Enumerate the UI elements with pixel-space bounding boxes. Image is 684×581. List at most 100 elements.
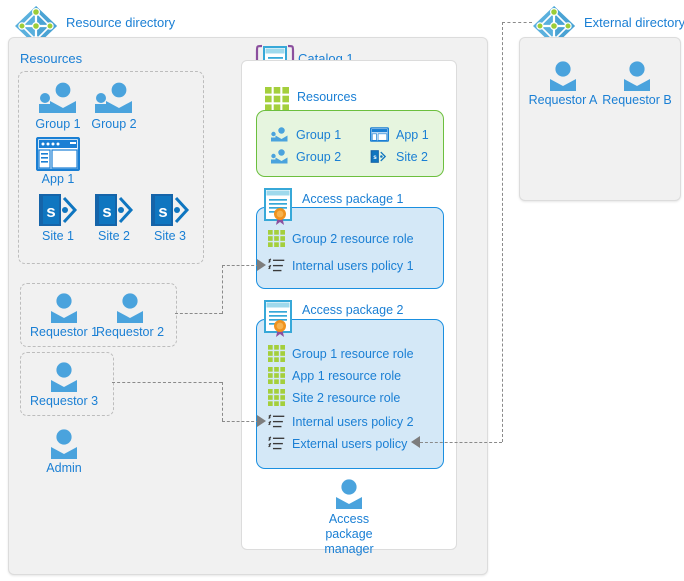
user-icon [336, 479, 362, 509]
user-icon [624, 61, 650, 91]
resource-item-group-1[interactable]: Group 1 [34, 82, 82, 131]
ap2-role-site-2[interactable]: Site 2 resource role [268, 389, 400, 406]
sharepoint-small-icon: s [370, 150, 387, 163]
manager-label-line1: Access package [325, 512, 373, 541]
policy-list-icon [268, 258, 285, 272]
app-small-icon [370, 127, 389, 142]
catalog-resources-icon [265, 87, 289, 111]
user-icon [51, 362, 77, 392]
resource-item-label: Group 2 [91, 117, 137, 131]
resource-directory-title: Resource directory [66, 15, 176, 30]
admin-user[interactable]: Admin [30, 428, 98, 475]
user-icon [51, 429, 77, 459]
resource-item-group-2[interactable]: Group 2 [90, 82, 138, 131]
ap2-item-label: Site 2 resource role [292, 390, 401, 405]
diagram-canvas: Resource directory Resources Group 1 Gro… [0, 0, 684, 581]
svg-text:s: s [46, 202, 55, 221]
catalog-resource-label: App 1 [396, 127, 429, 142]
connector-external-seg-v [502, 22, 503, 442]
connector-requestors2-seg-h1 [112, 382, 222, 383]
policy-list-icon [268, 436, 285, 450]
ap1-item-label: Internal users policy 1 [292, 259, 414, 273]
resource-grid-icon [268, 230, 285, 247]
requestor-label: Requestor 3 [30, 394, 99, 408]
ap2-item-label: Internal users policy 2 [292, 415, 414, 429]
catalog-resource-label: Site 2 [396, 149, 428, 164]
requestor-2[interactable]: Requestor 2 [96, 292, 164, 339]
svg-text:s: s [158, 202, 167, 221]
ap2-role-group-1[interactable]: Group 1 resource role [268, 345, 414, 362]
catalog-resource-site-2[interactable]: s Site 2 [370, 149, 428, 164]
external-requestor-label: Requestor A [528, 93, 598, 107]
external-requestor-label: Requestor B [602, 93, 672, 107]
connector-external-arrowhead [411, 436, 420, 448]
connector-external-seg-h-bottom [420, 442, 502, 443]
connector-requestors1-arrowhead [257, 259, 266, 271]
resource-item-site-2[interactable]: s Site 2 [88, 192, 140, 243]
requestor-label: Requestor 2 [96, 325, 165, 339]
resource-item-label: Site 2 [98, 229, 130, 243]
requestor-b[interactable]: Requestor B [602, 60, 672, 107]
sharepoint-icon: s [95, 194, 134, 226]
access-package-1-title: Access package 1 [302, 192, 404, 206]
resource-grid-icon [265, 87, 289, 111]
ap2-item-label: External users policy [292, 437, 408, 451]
user-icon [117, 293, 143, 323]
user-icon [550, 61, 576, 91]
resource-item-app-1[interactable]: App 1 [34, 137, 82, 186]
access-package-manager[interactable]: Access package manager [314, 478, 384, 557]
user-icon [51, 293, 77, 323]
connector-requestors2-seg-h2 [222, 421, 259, 422]
ap1-policy-internal-1[interactable]: Internal users policy 1 [268, 258, 414, 274]
catalog-resource-app-1[interactable]: App 1 [370, 127, 429, 142]
ap2-item-label: App 1 resource role [292, 368, 402, 383]
connector-requestors1-seg-h1 [175, 313, 222, 314]
app-window-icon [36, 137, 80, 171]
svg-text:s: s [373, 154, 377, 161]
resources-group-label: Resources [20, 51, 83, 66]
sharepoint-icon: s [151, 194, 190, 226]
sharepoint-icon: s [39, 194, 78, 226]
requestor-label: Requestor 1 [30, 325, 99, 339]
resource-item-label: App 1 [41, 172, 75, 186]
resource-item-site-3[interactable]: s Site 3 [144, 192, 196, 243]
ap1-item-label: Group 2 resource role [292, 231, 414, 246]
resource-item-site-1[interactable]: s Site 1 [32, 192, 84, 243]
group-small-icon [271, 127, 288, 142]
group-small-icon [271, 149, 288, 164]
admin-label: Admin [46, 461, 82, 475]
connector-requestors1-seg-h2 [222, 265, 259, 266]
resource-item-label: Group 1 [35, 117, 81, 131]
resource-grid-icon [268, 367, 285, 384]
catalog-resource-group-1[interactable]: Group 1 [270, 127, 341, 143]
requestor-3[interactable]: Requestor 3 [30, 361, 98, 408]
catalog-resources-label: Resources [297, 90, 357, 104]
policy-list-icon [268, 414, 285, 428]
requestor-a[interactable]: Requestor A [528, 60, 598, 107]
connector-requestors2-seg-v [222, 382, 223, 421]
access-package-2-title: Access package 2 [302, 303, 404, 317]
ap1-role-group-2[interactable]: Group 2 resource role [268, 230, 414, 247]
resource-item-label: Site 1 [42, 229, 74, 243]
connector-requestors2-arrowhead [257, 415, 266, 427]
svg-text:s: s [102, 202, 111, 221]
resource-grid-icon [268, 345, 285, 362]
requestor-1[interactable]: Requestor 1 [30, 292, 98, 339]
manager-label-line2: manager [324, 542, 374, 556]
access-package-1-icon [264, 188, 294, 226]
resource-grid-icon [268, 389, 285, 406]
external-directory-title: External directory [584, 15, 684, 30]
ap2-policy-external[interactable]: External users policy [268, 436, 407, 452]
resource-item-label: Site 3 [154, 229, 186, 243]
ap2-role-app-1[interactable]: App 1 resource role [268, 367, 401, 384]
group-icon [95, 82, 132, 113]
catalog-resource-label: Group 1 [296, 128, 342, 142]
catalog-resource-group-2[interactable]: Group 2 [270, 149, 341, 165]
connector-external-seg-h-top [502, 22, 532, 23]
ap2-item-label: Group 1 resource role [292, 346, 414, 361]
ap2-policy-internal-2[interactable]: Internal users policy 2 [268, 414, 414, 430]
catalog-resource-label: Group 2 [296, 150, 342, 164]
access-package-2-icon [264, 300, 294, 338]
catalog-resources-box [256, 110, 444, 177]
group-icon [39, 82, 76, 113]
